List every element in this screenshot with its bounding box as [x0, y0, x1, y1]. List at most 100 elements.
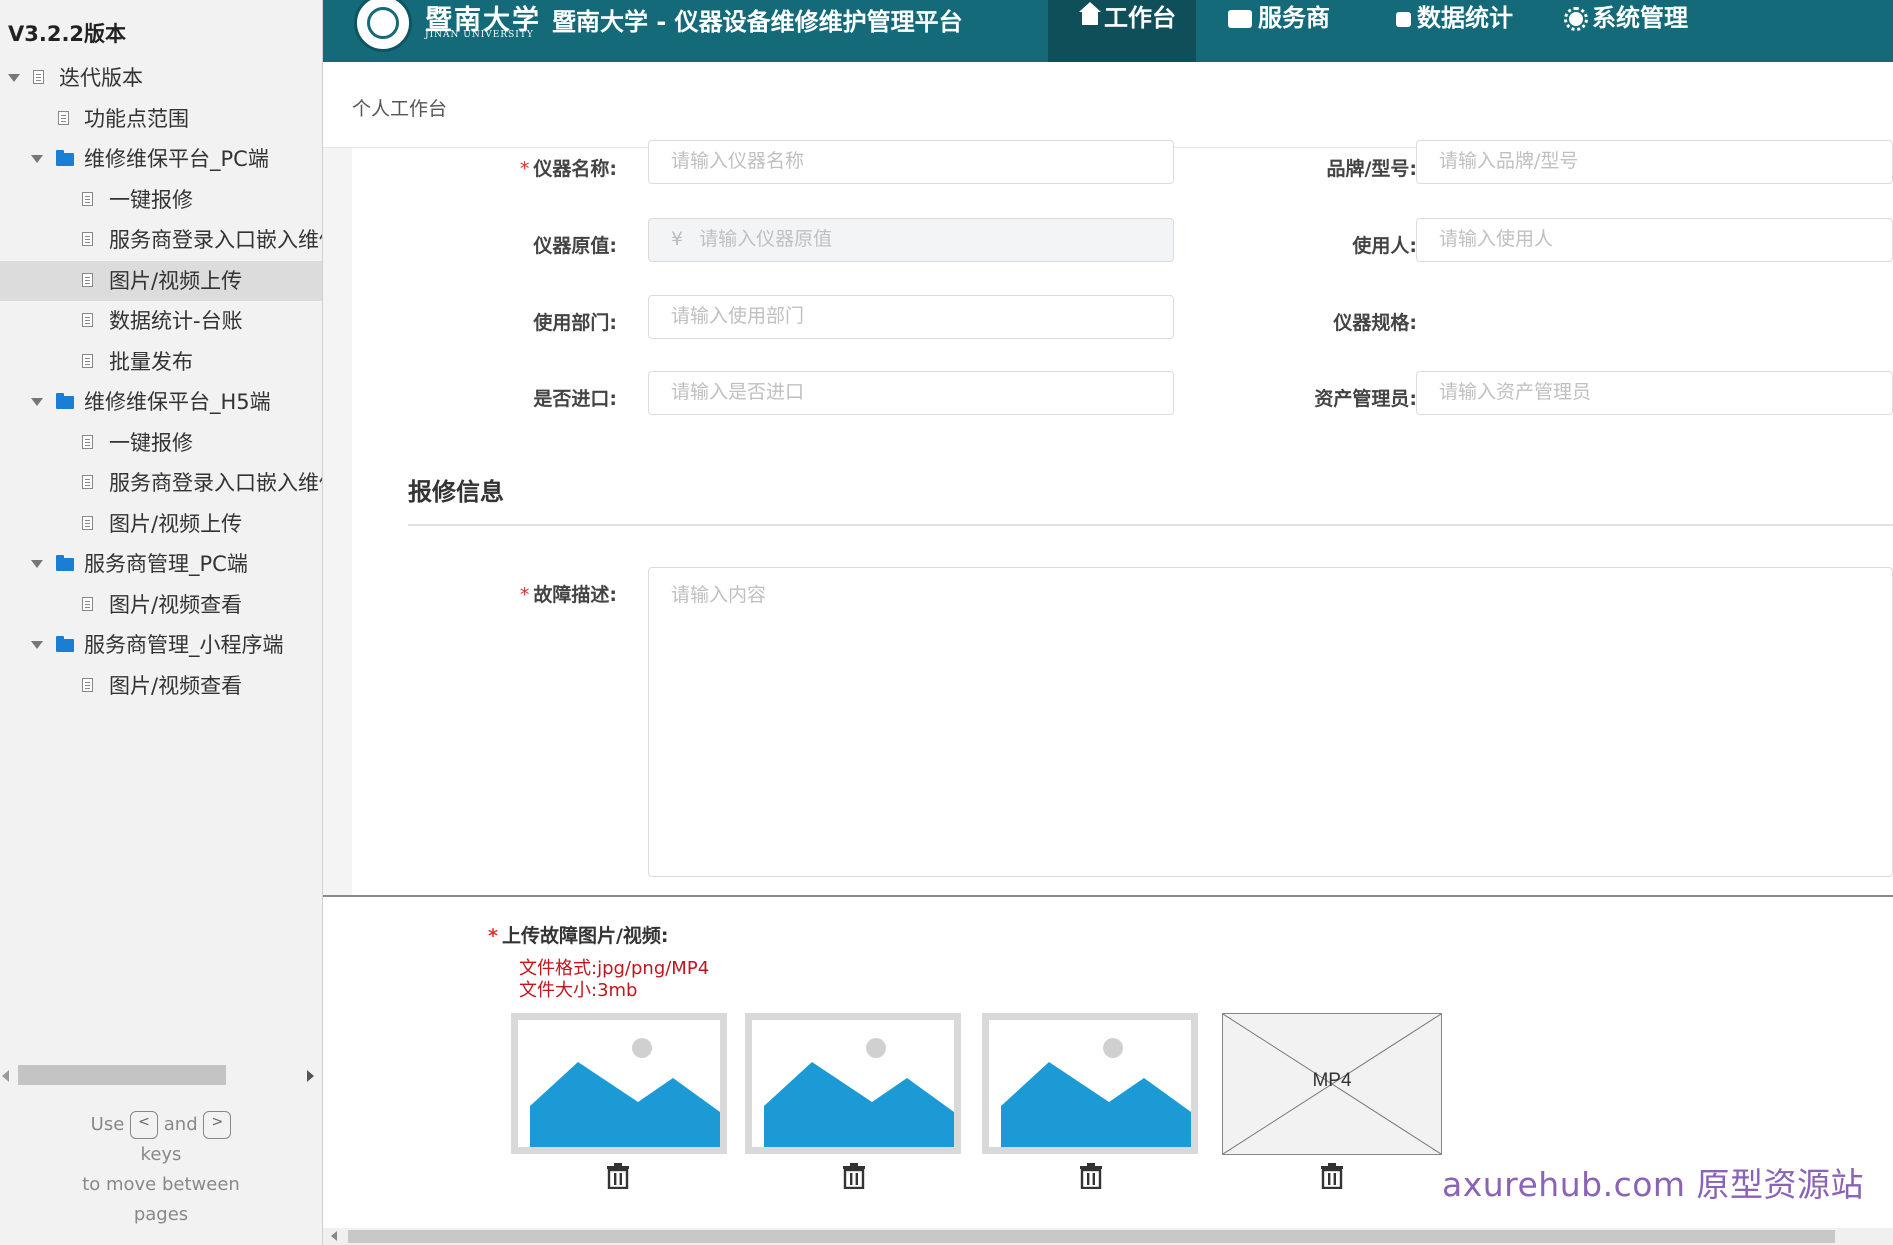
nav-system-settings[interactable]: 系统管理 — [1526, 0, 1706, 62]
fault-description-textarea[interactable]: 请输入内容 — [648, 567, 1893, 877]
brand-model-label: 品牌/型号: — [1326, 158, 1417, 180]
tree-item[interactable]: 批量发布 — [0, 342, 322, 383]
file-size-hint: 文件大小:3mb — [519, 980, 638, 1001]
tree-folder[interactable]: 维修维保平台_H5端 — [0, 382, 322, 423]
page-icon — [82, 353, 93, 368]
page-icon — [82, 475, 93, 489]
scroll-left-icon[interactable] — [2, 1070, 9, 1082]
delete-trash-icon[interactable] — [1320, 1163, 1344, 1189]
keyboard-hint: Use < and > keys to move between pages — [0, 1110, 322, 1230]
tree-item[interactable]: 一键报修 — [0, 423, 322, 464]
required-mark: * — [519, 584, 530, 606]
sitemap-sidebar: V3.2.2版本 迭代版本 功能点范围 维修维保平台_PC端 一键报修 服务商登… — [0, 0, 323, 1245]
sidebar-horizontal-scrollbar[interactable] — [0, 1063, 322, 1089]
imported-input[interactable]: 请输入是否进口 — [648, 371, 1174, 415]
tree-item[interactable]: 一键报修 — [0, 180, 322, 221]
user-label: 使用人: — [1352, 235, 1417, 257]
department-label: 使用部门: — [533, 312, 617, 334]
tree-item[interactable]: 服务商登录入口嵌入维修 — [0, 463, 322, 504]
gear-icon — [1564, 7, 1588, 31]
top-header: 暨南大学 JINAN UNIVERSITY 暨南大学 - 仪器设备维修维护管理平… — [323, 0, 1893, 62]
repair-form: * 仪器名称: 请输入仪器名称 品牌/型号: 请输入品牌/型号 仪器原值: ¥ 请输… — [352, 140, 1893, 895]
uploaded-image-thumbnail[interactable] — [511, 1013, 727, 1154]
page-icon — [82, 313, 93, 327]
tree-item[interactable]: 图片/视频查看 — [0, 666, 322, 707]
caret-down-icon[interactable] — [8, 74, 20, 82]
currency-symbol: ¥ — [671, 228, 684, 250]
page-icon — [82, 677, 93, 692]
page-icon — [82, 434, 93, 449]
tree-item[interactable]: 图片/视频查看 — [0, 585, 322, 626]
uploaded-image-thumbnail[interactable] — [745, 1013, 961, 1154]
page-icon — [82, 232, 93, 246]
folder-icon — [56, 555, 74, 571]
folder-icon — [56, 150, 74, 166]
version-title: V3.2.2版本 — [8, 22, 127, 46]
nav-service-provider[interactable]: 服务商 — [1196, 0, 1356, 62]
required-mark: * — [519, 158, 530, 180]
file-format-hint: 文件格式:jpg/png/MP4 — [519, 958, 710, 979]
scroll-right-icon[interactable] — [307, 1070, 314, 1082]
delete-trash-icon[interactable] — [1079, 1163, 1103, 1189]
caret-down-icon[interactable] — [31, 560, 43, 568]
home-icon — [1079, 2, 1101, 25]
tree-item[interactable]: 服务商登录入口嵌入维修 — [0, 220, 322, 261]
caret-down-icon[interactable] — [31, 398, 43, 406]
delete-trash-icon[interactable] — [842, 1163, 866, 1189]
page-icon — [82, 191, 93, 206]
original-value-label: 仪器原值: — [533, 235, 617, 257]
section-divider — [408, 524, 1893, 526]
upload-label: * 上传故障图片/视频: — [488, 925, 669, 947]
page-icon — [82, 515, 93, 530]
watermark: axurehub.com 原型资源站 — [1442, 1165, 1865, 1204]
original-value-input[interactable]: ¥ 请输入仪器原值 — [648, 218, 1174, 262]
uploaded-image-thumbnail[interactable] — [982, 1013, 1198, 1154]
tree-folder[interactable]: 服务商管理_PC端 — [0, 544, 322, 585]
tree-item[interactable]: 数据统计-台账 — [0, 301, 322, 342]
instrument-name-label: * 仪器名称: — [519, 158, 617, 180]
asset-manager-input[interactable]: 请输入资产管理员 — [1416, 371, 1893, 415]
upload-constraints: 文件格式:jpg/png/MP4 文件大小:3mb — [519, 958, 709, 1002]
next-key-icon: > — [203, 1111, 232, 1139]
brand-model-input[interactable]: 请输入品牌/型号 — [1416, 140, 1893, 184]
page-icon — [82, 272, 93, 287]
delete-trash-icon[interactable] — [606, 1163, 630, 1189]
tree-folder[interactable]: 服务商管理_小程序端 — [0, 625, 322, 666]
uploaded-video-thumbnail[interactable]: MP4 — [1222, 1013, 1442, 1155]
department-input[interactable]: 请输入使用部门 — [648, 295, 1174, 339]
breadcrumb[interactable]: 个人工作台 — [352, 94, 447, 121]
scroll-left-icon[interactable] — [331, 1231, 337, 1241]
scrollbar-thumb[interactable] — [18, 1065, 226, 1085]
image-placeholder-icon — [530, 1038, 720, 1147]
tree-item[interactable]: 迭代版本 — [0, 58, 322, 99]
university-seal-logo — [354, 0, 412, 52]
asset-manager-label: 资产管理员: — [1314, 388, 1417, 410]
instrument-name-input[interactable]: 请输入仪器名称 — [648, 140, 1174, 184]
video-type-label: MP4 — [1312, 1070, 1352, 1091]
folder-icon — [56, 393, 74, 409]
tree-item[interactable]: 图片/视频上传 — [0, 504, 322, 545]
folder-icon — [56, 636, 74, 652]
tree-folder[interactable]: 维修维保平台_PC端 — [0, 139, 322, 180]
imported-label: 是否进口: — [533, 388, 617, 410]
page-icon — [33, 70, 44, 84]
nav-statistics[interactable]: 数据统计 — [1356, 0, 1526, 62]
caret-down-icon[interactable] — [31, 641, 43, 649]
image-placeholder-icon — [764, 1038, 954, 1147]
tree-item[interactable]: 功能点范围 — [0, 99, 322, 140]
breadcrumb-bar: 个人工作台 — [323, 62, 1893, 148]
image-placeholder-icon — [1001, 1038, 1191, 1147]
tree-item-selected[interactable]: 图片/视频上传 — [0, 260, 322, 301]
prev-key-icon: < — [130, 1111, 159, 1139]
main-horizontal-scrollbar[interactable] — [323, 1228, 1893, 1245]
user-input[interactable]: 请输入使用人 — [1416, 218, 1893, 262]
scrollbar-thumb[interactable] — [348, 1230, 1835, 1243]
caret-down-icon[interactable] — [31, 155, 43, 163]
page-icon — [58, 110, 69, 125]
logo-english-text: JINAN UNIVERSITY — [425, 30, 534, 40]
page-icon — [82, 596, 93, 611]
main-content: * 仪器名称: 请输入仪器名称 品牌/型号: 请输入品牌/型号 仪器原值: ¥ 请输… — [323, 140, 1893, 897]
page-tree: 迭代版本 功能点范围 维修维保平台_PC端 一键报修 服务商登录入口嵌入维修 图… — [0, 58, 322, 706]
nav-workbench[interactable]: 工作台 — [1048, 0, 1196, 62]
store-icon — [1228, 10, 1252, 28]
